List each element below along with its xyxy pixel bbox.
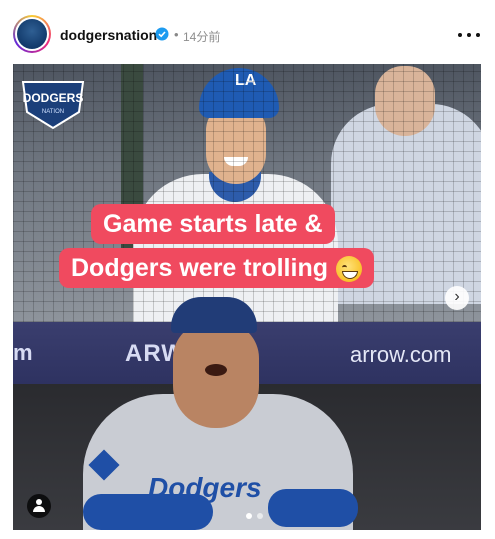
carousel-dot <box>257 513 263 519</box>
logo-text: DODGERS <box>23 91 84 105</box>
grin-sweat-emoji-icon <box>335 256 362 283</box>
dodgers-nation-logo: DODGERS NATION <box>21 81 85 130</box>
more-options-icon[interactable] <box>455 24 483 44</box>
post-header: dodgersnation • 14分前 <box>0 0 495 62</box>
separator-dot: • <box>174 27 179 42</box>
avatar-image <box>17 19 47 49</box>
banner-text-right: arrow.com <box>350 342 452 367</box>
tagged-user-icon[interactable] <box>27 494 51 518</box>
caption-line-2: Dodgers were trolling <box>59 248 374 288</box>
manager-cap <box>171 297 257 333</box>
carousel-dots <box>240 512 270 520</box>
post-media[interactable]: LA DODGERS NATION m ARW arrow.com Dodger… <box>13 64 481 530</box>
caption-overlay: Game starts late & Dodgers were trolling <box>59 204 445 294</box>
instagram-post: dodgersnation • 14分前 LA DODGERS NATION m… <box>0 0 495 539</box>
carousel-dot <box>246 513 252 519</box>
next-arrow-icon[interactable]: › <box>445 286 469 310</box>
username-link[interactable]: dodgersnation <box>60 27 157 43</box>
profile-avatar[interactable] <box>13 15 51 53</box>
banner-text-left: m <box>13 340 33 365</box>
post-time[interactable]: 14分前 <box>183 28 220 45</box>
logo-subtext: NATION <box>42 109 64 115</box>
caption-line-1: Game starts late & <box>91 204 335 244</box>
verified-badge-icon <box>155 27 169 41</box>
